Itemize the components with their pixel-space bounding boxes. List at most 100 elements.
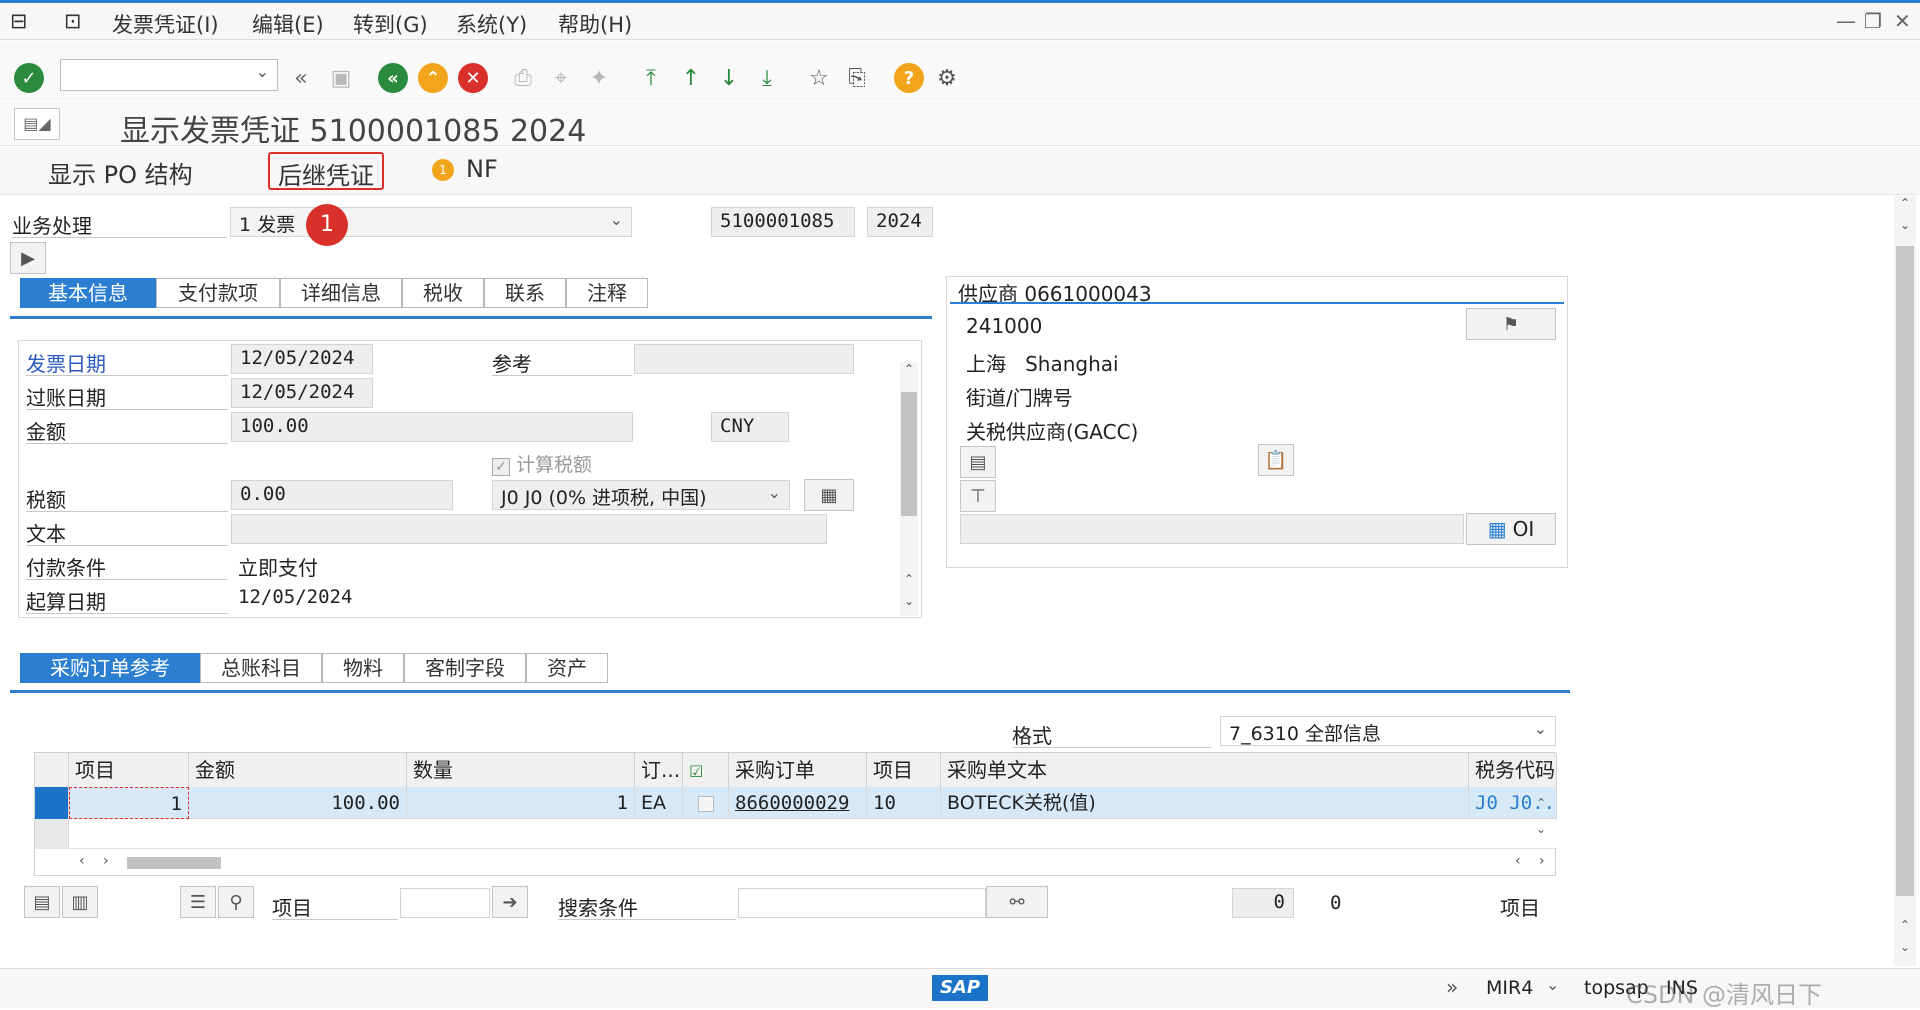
tab-gl-account[interactable]: 总账科目	[200, 653, 322, 683]
search-input[interactable]	[738, 888, 986, 918]
page-scroll-thumb[interactable]	[1896, 246, 1914, 896]
search-binoculars-icon[interactable]: ⚯	[986, 886, 1048, 918]
hscroll-thumb[interactable]	[127, 857, 221, 869]
format-dropdown[interactable]: 7_6310 全部信息 ⌄	[1220, 716, 1556, 746]
chevron-down-icon[interactable]: ⌄	[256, 62, 269, 81]
col-item[interactable]: 项目	[69, 753, 189, 787]
display-po-structure-button[interactable]: 显示 PO 结构	[40, 153, 201, 189]
save-icon[interactable]: ▣	[326, 63, 356, 93]
close-window-icon[interactable]: ✕	[1894, 9, 1911, 33]
cell-item[interactable]: 1	[69, 787, 189, 819]
shortcut-icon[interactable]: ⎘	[842, 63, 872, 93]
vendor-bank-icon[interactable]: ⊤	[960, 480, 996, 512]
cell-unit[interactable]: EA	[635, 787, 683, 819]
scroll-left-icon[interactable]: ‹	[79, 853, 85, 869]
next-page-icon[interactable]: ↓	[714, 63, 744, 93]
new-session-icon[interactable]: ☆	[804, 63, 834, 93]
pin-icon[interactable]: ⊡	[64, 9, 82, 33]
back-icon[interactable]: «	[378, 63, 408, 93]
sort-ascending-icon[interactable]: ☰	[180, 886, 216, 918]
toggle-workarea-icon[interactable]: ▶	[10, 242, 46, 274]
calc-tax-checkbox[interactable]: ✓ 计算税额	[492, 450, 592, 477]
scroll-down-icon[interactable]: ⌄	[1894, 940, 1916, 954]
table-scroll-up-icon[interactable]: ⌃	[1536, 796, 1546, 810]
tab-payment[interactable]: 支付款项	[156, 278, 280, 308]
col-amount[interactable]: 金额	[189, 753, 407, 787]
table-hscroll[interactable]: ‹ › ‹ ›	[69, 851, 1557, 875]
menu-system[interactable]: 系统(Y)	[456, 9, 527, 39]
scroll-up-icon[interactable]: ⌃	[1894, 918, 1916, 932]
chevron-down-icon[interactable]: ⌄	[1534, 719, 1547, 738]
select-all-icon[interactable]: ▤	[24, 886, 60, 918]
scroll-up-icon[interactable]: ⌃	[1894, 196, 1916, 210]
col-po-number[interactable]: 采购订单	[729, 753, 867, 787]
cell-amount[interactable]: 100.00	[189, 787, 407, 819]
oi-button[interactable]: ▦ OI	[1466, 513, 1556, 545]
tab-details[interactable]: 详细信息	[280, 278, 402, 308]
tab-custom-fields[interactable]: 客制字段	[404, 653, 526, 683]
exit-icon[interactable]: ⌃	[418, 63, 448, 93]
deselect-all-icon[interactable]: ▥	[62, 886, 98, 918]
minimize-icon[interactable]: —	[1836, 9, 1856, 33]
scroll-up-icon[interactable]: ⌃	[900, 572, 918, 586]
menu-invoice-document[interactable]: 发票凭证(I)	[112, 9, 219, 39]
menu-icon[interactable]: ⊟	[10, 9, 28, 33]
cancel-icon[interactable]: ✕	[458, 63, 488, 93]
cell-checkbox[interactable]	[683, 787, 729, 819]
table-row[interactable]: 1 100.00 1 EA 8660000029 10 BOTECK关税(值) …	[35, 787, 1557, 819]
cell-po-item[interactable]: 10	[867, 787, 941, 819]
scroll-left-icon[interactable]: ‹	[1515, 853, 1521, 869]
vendor-map-icon[interactable]: ⚑	[1466, 308, 1556, 340]
col-po-text[interactable]: 采购单文本	[941, 753, 1469, 787]
tab-material[interactable]: 物料	[322, 653, 404, 683]
scroll-down-icon[interactable]: ⌄	[1894, 218, 1916, 232]
tax-calculator-icon[interactable]: ▦	[804, 479, 854, 511]
row-selector[interactable]	[35, 819, 69, 849]
cell-po-number[interactable]: 8660000029	[729, 787, 867, 819]
find-next-icon[interactable]: ✦	[584, 63, 614, 93]
restore-icon[interactable]: ❐	[1864, 9, 1882, 33]
find-icon[interactable]: ⌖	[546, 63, 576, 93]
last-page-icon[interactable]: ⤓	[752, 63, 782, 93]
tab-contact[interactable]: 联系	[484, 278, 566, 308]
print-icon[interactable]: ⎙	[508, 63, 538, 93]
settings-gear-icon[interactable]: ⚙	[932, 63, 962, 93]
scroll-thumb[interactable]	[901, 392, 917, 516]
help-icon[interactable]: ?	[894, 63, 924, 93]
previous-page-icon[interactable]: ↑	[676, 63, 706, 93]
tab-tax[interactable]: 税收	[402, 278, 484, 308]
menu-goto[interactable]: 转到(G)	[353, 9, 428, 39]
status-expand-icon[interactable]: »	[1446, 975, 1458, 999]
scroll-up-icon[interactable]: ⌃	[900, 362, 918, 376]
scroll-right-icon[interactable]: ›	[1539, 853, 1545, 869]
tab-notes[interactable]: 注释	[566, 278, 648, 308]
tab-assets[interactable]: 资产	[526, 653, 608, 683]
command-field[interactable]: ⌄	[60, 59, 278, 91]
tab-po-reference[interactable]: 采购订单参考	[20, 653, 200, 683]
col-po-item[interactable]: 项目	[867, 753, 941, 787]
menu-edit[interactable]: 编辑(E)	[252, 9, 324, 39]
go-to-item-icon[interactable]: ➔	[492, 886, 528, 918]
screen-menu-icon[interactable]: ▤◢	[14, 108, 60, 140]
cell-quantity[interactable]: 1	[407, 787, 635, 819]
transaction-dropdown[interactable]: 1 发票 ⌄	[230, 207, 632, 237]
chevron-down-icon[interactable]: ⌄	[768, 483, 781, 502]
enter-check-icon[interactable]: ✓	[14, 63, 44, 93]
row-selector-header[interactable]	[35, 753, 69, 787]
row-selector[interactable]	[35, 787, 69, 819]
item-input[interactable]	[400, 888, 490, 918]
page-scrollbar[interactable]: ⌃ ⌄ ⌃ ⌄	[1894, 196, 1916, 966]
first-page-icon[interactable]: ⤒	[636, 63, 666, 93]
tax-code-dropdown[interactable]: J0 J0 (0% 进项税, 中国) ⌄	[492, 480, 790, 510]
scroll-right-icon[interactable]: ›	[103, 853, 109, 869]
tab-basic-info[interactable]: 基本信息	[20, 278, 156, 308]
double-chevron-left-icon[interactable]: «	[286, 63, 316, 93]
filter-icon[interactable]: ⚲	[218, 886, 254, 918]
menu-help[interactable]: 帮助(H)	[558, 9, 632, 39]
col-order-unit[interactable]: 订...	[635, 753, 683, 787]
cell-po-text[interactable]: BOTECK关税(值)	[941, 787, 1469, 819]
nf-button[interactable]: NF	[458, 153, 506, 189]
basic-info-scrollbar[interactable]: ⌃ ⌃ ⌄	[900, 362, 918, 616]
col-quantity[interactable]: 数量	[407, 753, 635, 787]
col-check[interactable]: ☑	[683, 753, 729, 787]
